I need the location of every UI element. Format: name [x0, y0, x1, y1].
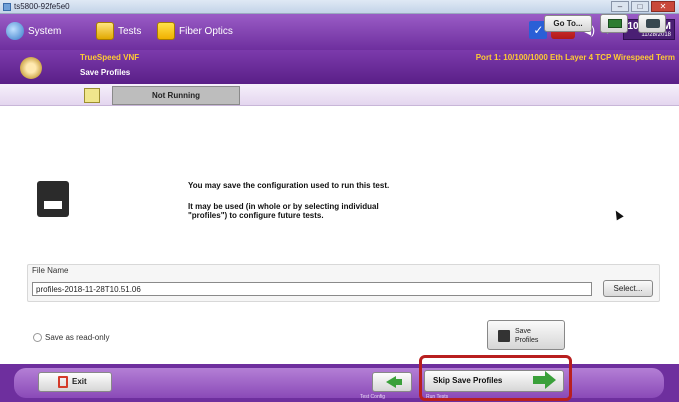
fiber-optics-icon	[157, 22, 175, 40]
menu-tests-label: Tests	[118, 25, 142, 37]
arrow-left-icon	[386, 376, 402, 388]
maximize-icon[interactable]: □	[631, 1, 649, 12]
file-name-label: File Name	[32, 266, 69, 275]
close-icon[interactable]: ✕	[651, 1, 675, 12]
window-title: ts5800-92fe5e0	[14, 2, 70, 11]
menu-fiber-optics[interactable]: Fiber Optics	[157, 21, 233, 41]
save-profiles-line-2: Profiles	[515, 337, 539, 344]
message-line-3: "profiles") to configure future tests.	[188, 211, 324, 220]
status-row	[0, 84, 679, 106]
save-icon	[498, 330, 510, 342]
window-controls: – □ ✕	[611, 1, 675, 12]
message-line-2: It may be used (in whole or by selecting…	[188, 202, 379, 211]
test-gear-icon	[20, 57, 42, 79]
save-profiles-label: Save Profiles	[515, 327, 555, 345]
page-title: Save Profiles	[80, 68, 131, 77]
camera-icon	[646, 19, 660, 28]
test-header: TrueSpeed VNF Save Profiles Port 1: 10/1…	[0, 50, 679, 84]
menu-fiber-optics-label: Fiber Optics	[179, 25, 233, 37]
port-info: Port 1: 10/100/1000 Eth Layer 4 TCP Wire…	[475, 53, 675, 62]
file-name-input[interactable]	[32, 282, 592, 296]
read-only-checkbox[interactable]	[33, 333, 42, 342]
system-icon	[6, 22, 24, 40]
minimize-icon[interactable]: –	[611, 1, 629, 12]
main-content	[0, 106, 679, 364]
screenshot-button[interactable]	[638, 14, 666, 33]
app-icon	[3, 3, 11, 11]
monitor-icon	[608, 19, 622, 28]
exit-label: Exit	[72, 377, 87, 386]
save-profiles-line-1: Save	[515, 328, 531, 335]
skip-save-profiles-button[interactable]: Skip Save Profiles	[424, 370, 564, 392]
menu-system-label: System	[28, 25, 62, 37]
save-profiles-button[interactable]: Save Profiles	[487, 320, 565, 350]
select-button[interactable]: Select...	[603, 280, 653, 297]
exit-icon	[58, 376, 68, 388]
menu-system[interactable]: System	[6, 21, 61, 41]
floppy-disk-icon	[37, 181, 69, 217]
previous-step-button[interactable]	[372, 372, 412, 392]
message-line-1: You may save the configuration used to r…	[188, 181, 390, 190]
status-led-icon	[84, 88, 100, 103]
exit-button[interactable]: Exit	[38, 372, 112, 392]
goto-button[interactable]: Go To...	[544, 15, 592, 32]
previous-step-caption: Test Config	[360, 394, 386, 400]
monitor-button[interactable]	[600, 14, 628, 33]
test-status: Not Running	[112, 86, 240, 105]
menu-tests[interactable]: Tests	[96, 21, 141, 41]
read-only-label: Save as read-only	[45, 333, 110, 342]
arrow-right-icon	[533, 371, 556, 389]
window-titlebar: ts5800-92fe5e0 – □ ✕	[0, 0, 679, 14]
tests-icon	[96, 22, 114, 40]
test-name: TrueSpeed VNF	[80, 53, 140, 62]
skip-save-profiles-label: Skip Save Profiles	[433, 376, 503, 385]
